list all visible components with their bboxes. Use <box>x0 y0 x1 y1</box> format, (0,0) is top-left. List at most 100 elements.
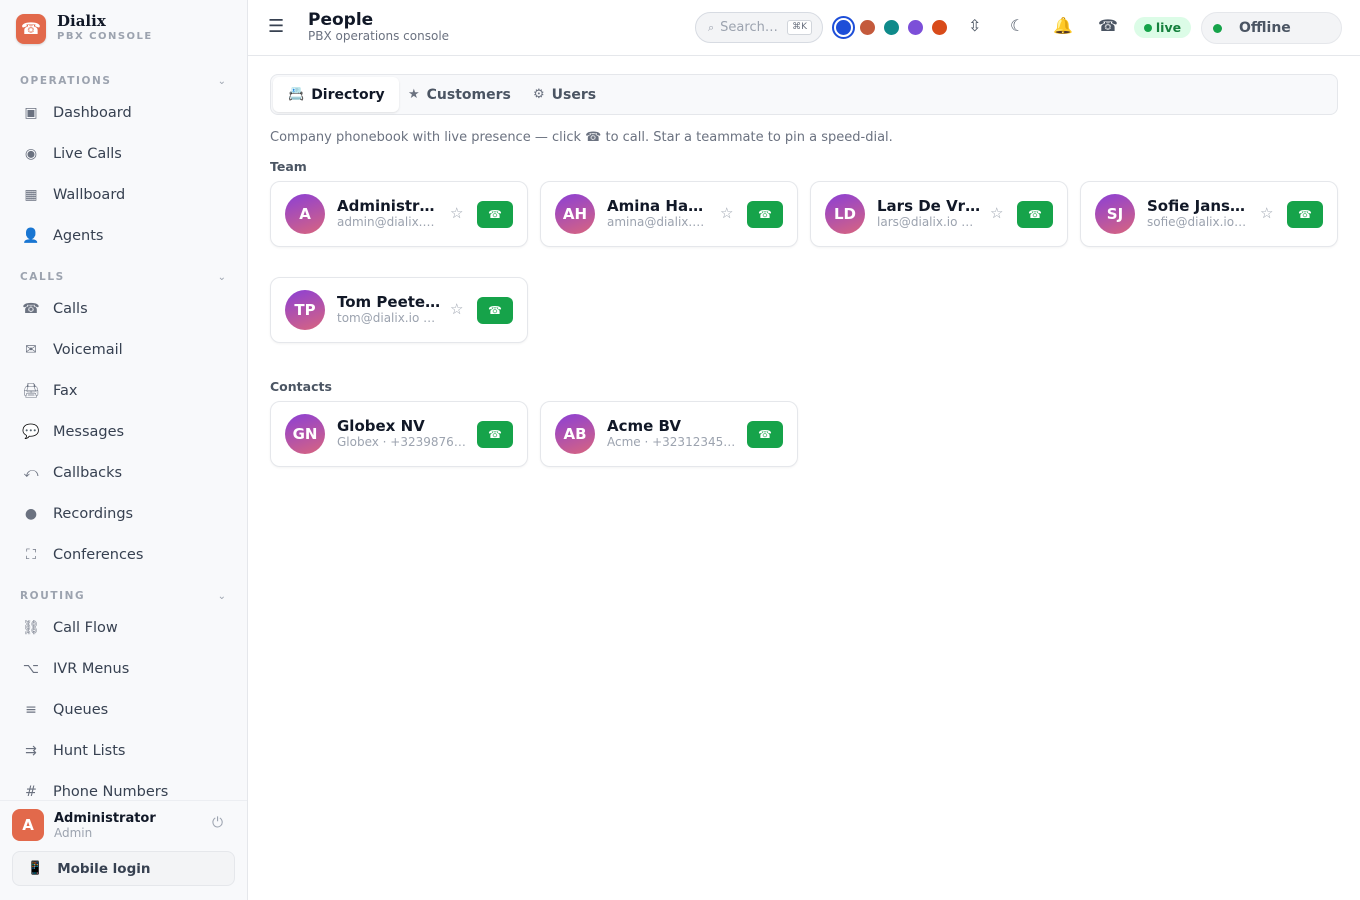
team-card[interactable]: AH Amina Haddad amina@dialix.io · 101 ☆ … <box>540 181 798 247</box>
sidebar-nav[interactable]: OPERATIONS ⌄ ▣ Dashboard ◉ Live Calls ▦ … <box>0 64 247 799</box>
avatar: LD <box>825 194 865 234</box>
sidebar-item-fax[interactable]: 🖨 Fax <box>12 374 236 408</box>
bell-icon[interactable]: 🔔 <box>1053 16 1073 35</box>
sidebar-item-wallboard[interactable]: ▦ Wallboard <box>12 178 236 212</box>
tab-directory[interactable]: 📇 Directory <box>273 77 399 112</box>
sidebar-item-label: Queues <box>53 702 109 718</box>
chain-link-icon: ⛓ <box>22 620 40 636</box>
star-outline-icon[interactable]: ☆ <box>990 204 1003 222</box>
avatar: A <box>285 194 325 234</box>
sidebar-item-live-calls[interactable]: ◉ Live Calls <box>12 137 236 171</box>
sidebar-item-label: Callbacks <box>53 465 123 481</box>
sidebar-item-callbacks[interactable]: ⤺ Callbacks <box>12 456 236 490</box>
address-card-icon: 📇 <box>288 87 305 102</box>
status-label: Offline <box>1239 20 1291 36</box>
density-toggle-icon[interactable]: ⇳ <box>968 16 981 35</box>
sidebar-item-label: Wallboard <box>53 187 126 203</box>
theme-swatch-purple[interactable] <box>908 20 923 35</box>
team-card[interactable]: LD Lars De Vries lars@dialix.io · 102 ☆ … <box>810 181 1068 247</box>
record-dot-icon: ● <box>24 506 38 522</box>
presence-status-button[interactable]: Offline <box>1201 12 1342 44</box>
contact-name: Acme BV <box>607 417 681 435</box>
live-badge: live <box>1134 17 1191 38</box>
brand[interactable]: ☎ Dialix PBX CONSOLE <box>16 13 153 44</box>
hamburger-menu-icon[interactable]: ☰ <box>268 16 284 37</box>
gear-icon: ⚙ <box>533 87 545 102</box>
conference-frame-icon: ⛶ <box>26 547 36 563</box>
sidebar-item-label: Agents <box>53 228 104 244</box>
call-button[interactable]: ☎ <box>477 421 513 448</box>
section-title: ROUTING <box>20 590 86 602</box>
avatar: GN <box>285 414 325 454</box>
sidebar-item-calls[interactable]: ☎ Calls <box>12 292 236 326</box>
section-operations[interactable]: OPERATIONS ⌄ <box>20 74 226 88</box>
team-card[interactable]: A Administrator admin@dialix.local · 100… <box>270 181 528 247</box>
sidebar-item-call-flow[interactable]: ⛓ Call Flow <box>12 611 236 645</box>
star-outline-icon[interactable]: ☆ <box>450 204 463 222</box>
sidebar-item-recordings[interactable]: ● Recordings <box>12 497 236 531</box>
star-outline-icon[interactable]: ☆ <box>1260 204 1273 222</box>
brand-subtitle: PBX CONSOLE <box>57 31 153 42</box>
tab-label: Users <box>551 86 597 103</box>
call-button[interactable]: ☎ <box>747 201 783 228</box>
contact-details: admin@dialix.local · 100 <box>337 215 437 229</box>
sidebar-item-label: Live Calls <box>53 146 122 162</box>
sidebar-item-dashboard[interactable]: ▣ Dashboard <box>12 96 236 130</box>
section-calls[interactable]: CALLS ⌄ <box>20 270 226 284</box>
directory-hint: Company phonebook with live presence — c… <box>270 130 893 145</box>
moon-icon[interactable]: ☾ <box>1010 16 1024 35</box>
team-card[interactable]: SJ Sofie Janssens sofie@dialix.io · 103 … <box>1080 181 1338 247</box>
tab-users[interactable]: ⚙ Users <box>518 77 610 112</box>
phone-icon: ☎ <box>22 301 40 317</box>
section-routing[interactable]: ROUTING ⌄ <box>20 589 226 603</box>
avatar[interactable]: A <box>12 809 44 841</box>
search-input[interactable]: ⌕ Search… ⌘K <box>695 12 823 43</box>
contact-name: Tom Peeters <box>337 293 441 311</box>
arrows-right-icon: ⇉ <box>25 743 37 759</box>
tab-customers[interactable]: ★ Customers <box>393 77 525 112</box>
avatar: TP <box>285 290 325 330</box>
theme-swatch-teal[interactable] <box>884 20 899 35</box>
call-button[interactable]: ☎ <box>747 421 783 448</box>
page-title: People <box>308 10 374 30</box>
star-outline-icon[interactable]: ☆ <box>720 204 733 222</box>
team-card[interactable]: TP Tom Peeters tom@dialix.io · 104 ☆ ☎ <box>270 277 528 343</box>
call-button[interactable]: ☎ <box>1017 201 1053 228</box>
theme-swatch-orange[interactable] <box>932 20 947 35</box>
contact-name: Lars De Vries <box>877 197 981 215</box>
call-button[interactable]: ☎ <box>1287 201 1323 228</box>
call-button[interactable]: ☎ <box>477 297 513 324</box>
sidebar-item-ivr-menus[interactable]: ⌥ IVR Menus <box>12 652 236 686</box>
envelope-icon: ✉ <box>25 342 37 358</box>
sidebar-item-queues[interactable]: ≡ Queues <box>12 693 236 727</box>
sidebar-item-label: Calls <box>53 301 88 317</box>
contact-details: Globex · +32398765432 <box>337 435 467 449</box>
phone-icon[interactable]: ☎ <box>1098 16 1118 35</box>
avatar: AH <box>555 194 595 234</box>
mobile-login-button[interactable]: 📱 Mobile login <box>12 851 235 886</box>
contact-card[interactable]: AB Acme BV Acme · +3231234567 ☎ <box>540 401 798 467</box>
sidebar-item-label: Phone Numbers <box>53 784 169 799</box>
call-button[interactable]: ☎ <box>477 201 513 228</box>
sidebar-item-voicemail[interactable]: ✉ Voicemail <box>12 333 236 367</box>
contacts-heading: Contacts <box>270 379 332 394</box>
sidebar-item-phone-numbers[interactable]: # Phone Numbers <box>12 775 236 799</box>
contact-card[interactable]: GN Globex NV Globex · +32398765432 ☎ <box>270 401 528 467</box>
star-outline-icon[interactable]: ☆ <box>450 300 463 318</box>
theme-swatch-rust[interactable] <box>860 20 875 35</box>
power-icon[interactable]: ⏻ <box>212 815 223 831</box>
section-title: CALLS <box>20 271 65 283</box>
sidebar-item-hunt-lists[interactable]: ⇉ Hunt Lists <box>12 734 236 768</box>
sidebar-item-label: Conferences <box>53 547 144 563</box>
sidebar-item-label: Messages <box>53 424 125 440</box>
sidebar-item-conferences[interactable]: ⛶ Conferences <box>12 538 236 572</box>
section-title: OPERATIONS <box>20 75 112 87</box>
live-dot-icon <box>1143 23 1152 32</box>
sidebar-item-label: Fax <box>53 383 78 399</box>
sidebar-item-agents[interactable]: 👤 Agents <box>12 219 236 253</box>
printer-icon: 🖨 <box>22 383 40 399</box>
star-icon: ★ <box>408 87 420 102</box>
sidebar-item-messages[interactable]: 💬 Messages <box>12 415 236 449</box>
theme-swatch-blue[interactable] <box>832 16 855 39</box>
brand-name: Dialix <box>57 12 106 30</box>
